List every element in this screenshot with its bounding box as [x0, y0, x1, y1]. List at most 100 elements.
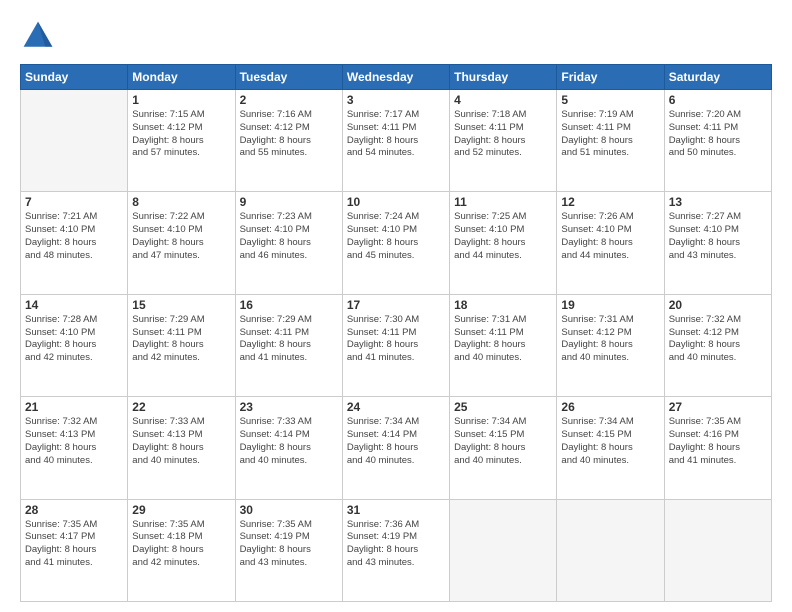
day-number: 5	[561, 93, 659, 107]
calendar-cell: 26 Sunrise: 7:34 AM Sunset: 4:15 PM Dayli…	[557, 397, 664, 499]
calendar-week-row: 21 Sunrise: 7:32 AM Sunset: 4:13 PM Dayli…	[21, 397, 772, 499]
calendar-cell: 11 Sunrise: 7:25 AM Sunset: 4:10 PM Dayli…	[450, 192, 557, 294]
calendar-cell: 25 Sunrise: 7:34 AM Sunset: 4:15 PM Dayli…	[450, 397, 557, 499]
day-info: Sunrise: 7:33 AM Sunset: 4:14 PM Dayligh…	[240, 416, 338, 467]
calendar-cell: 7 Sunrise: 7:21 AM Sunset: 4:10 PM Daylig…	[21, 192, 128, 294]
day-number: 18	[454, 298, 552, 312]
day-info: Sunrise: 7:35 AM Sunset: 4:19 PM Dayligh…	[240, 519, 338, 570]
day-info: Sunrise: 7:32 AM Sunset: 4:13 PM Dayligh…	[25, 416, 123, 467]
calendar-cell: 29 Sunrise: 7:35 AM Sunset: 4:18 PM Dayli…	[128, 499, 235, 601]
day-info: Sunrise: 7:25 AM Sunset: 4:10 PM Dayligh…	[454, 211, 552, 262]
day-info: Sunrise: 7:34 AM Sunset: 4:15 PM Dayligh…	[454, 416, 552, 467]
day-number: 31	[347, 503, 445, 517]
day-number: 25	[454, 400, 552, 414]
day-info: Sunrise: 7:28 AM Sunset: 4:10 PM Dayligh…	[25, 314, 123, 365]
weekday-header-friday: Friday	[557, 65, 664, 90]
day-info: Sunrise: 7:31 AM Sunset: 4:11 PM Dayligh…	[454, 314, 552, 365]
calendar-cell: 5 Sunrise: 7:19 AM Sunset: 4:11 PM Daylig…	[557, 90, 664, 192]
day-info: Sunrise: 7:33 AM Sunset: 4:13 PM Dayligh…	[132, 416, 230, 467]
day-info: Sunrise: 7:36 AM Sunset: 4:19 PM Dayligh…	[347, 519, 445, 570]
day-number: 16	[240, 298, 338, 312]
weekday-header-row: SundayMondayTuesdayWednesdayThursdayFrid…	[21, 65, 772, 90]
calendar-cell: 27 Sunrise: 7:35 AM Sunset: 4:16 PM Dayli…	[664, 397, 771, 499]
day-info: Sunrise: 7:34 AM Sunset: 4:15 PM Dayligh…	[561, 416, 659, 467]
calendar-cell: 14 Sunrise: 7:28 AM Sunset: 4:10 PM Dayli…	[21, 294, 128, 396]
calendar-cell: 24 Sunrise: 7:34 AM Sunset: 4:14 PM Dayli…	[342, 397, 449, 499]
day-number: 6	[669, 93, 767, 107]
calendar-cell: 18 Sunrise: 7:31 AM Sunset: 4:11 PM Dayli…	[450, 294, 557, 396]
day-number: 22	[132, 400, 230, 414]
calendar-cell: 23 Sunrise: 7:33 AM Sunset: 4:14 PM Dayli…	[235, 397, 342, 499]
logo-icon	[20, 18, 56, 54]
calendar-week-row: 7 Sunrise: 7:21 AM Sunset: 4:10 PM Daylig…	[21, 192, 772, 294]
day-info: Sunrise: 7:27 AM Sunset: 4:10 PM Dayligh…	[669, 211, 767, 262]
day-number: 13	[669, 195, 767, 209]
day-number: 2	[240, 93, 338, 107]
calendar-cell: 22 Sunrise: 7:33 AM Sunset: 4:13 PM Dayli…	[128, 397, 235, 499]
calendar-cell: 15Sunrise: 7:29 AM Sunset: 4:11 PM Dayli…	[128, 294, 235, 396]
day-number: 7	[25, 195, 123, 209]
day-number: 26	[561, 400, 659, 414]
calendar-cell: 3 Sunrise: 7:17 AM Sunset: 4:11 PM Daylig…	[342, 90, 449, 192]
calendar-cell: 13 Sunrise: 7:27 AM Sunset: 4:10 PM Dayli…	[664, 192, 771, 294]
day-number: 9	[240, 195, 338, 209]
header	[20, 18, 772, 54]
day-info: Sunrise: 7:22 AM Sunset: 4:10 PM Dayligh…	[132, 211, 230, 262]
calendar-cell: 21 Sunrise: 7:32 AM Sunset: 4:13 PM Dayli…	[21, 397, 128, 499]
calendar-week-row: 28 Sunrise: 7:35 AM Sunset: 4:17 PM Dayli…	[21, 499, 772, 601]
day-number: 11	[454, 195, 552, 209]
day-info: Sunrise: 7:35 AM Sunset: 4:17 PM Dayligh…	[25, 519, 123, 570]
calendar-cell: 2 Sunrise: 7:16 AM Sunset: 4:12 PM Daylig…	[235, 90, 342, 192]
day-info: Sunrise: 7:35 AM Sunset: 4:18 PM Dayligh…	[132, 519, 230, 570]
calendar-cell: 28 Sunrise: 7:35 AM Sunset: 4:17 PM Dayli…	[21, 499, 128, 601]
day-number: 27	[669, 400, 767, 414]
logo	[20, 18, 60, 54]
day-number: 3	[347, 93, 445, 107]
weekday-header-wednesday: Wednesday	[342, 65, 449, 90]
calendar-cell: 12 Sunrise: 7:26 AM Sunset: 4:10 PM Dayli…	[557, 192, 664, 294]
weekday-header-saturday: Saturday	[664, 65, 771, 90]
day-number: 28	[25, 503, 123, 517]
day-info: Sunrise: 7:16 AM Sunset: 4:12 PM Dayligh…	[240, 109, 338, 160]
day-number: 1	[132, 93, 230, 107]
day-info: Sunrise: 7:30 AM Sunset: 4:11 PM Dayligh…	[347, 314, 445, 365]
day-info: Sunrise: 7:35 AM Sunset: 4:16 PM Dayligh…	[669, 416, 767, 467]
day-number: 17	[347, 298, 445, 312]
calendar-cell	[450, 499, 557, 601]
day-info: Sunrise: 7:21 AM Sunset: 4:10 PM Dayligh…	[25, 211, 123, 262]
calendar-cell: 4Sunrise: 7:18 AM Sunset: 4:11 PM Daylig…	[450, 90, 557, 192]
day-number: 24	[347, 400, 445, 414]
day-info: Sunrise: 7:17 AM Sunset: 4:11 PM Dayligh…	[347, 109, 445, 160]
calendar-cell: 31 Sunrise: 7:36 AM Sunset: 4:19 PM Dayli…	[342, 499, 449, 601]
day-number: 23	[240, 400, 338, 414]
day-number: 14	[25, 298, 123, 312]
day-info: Sunrise: 7:29 AM Sunset: 4:11 PM Dayligh…	[240, 314, 338, 365]
page: SundayMondayTuesdayWednesdayThursdayFrid…	[0, 0, 792, 612]
day-info: Sunrise: 7:15 AM Sunset: 4:12 PM Dayligh…	[132, 109, 230, 160]
day-info: Sunrise: 7:32 AM Sunset: 4:12 PM Dayligh…	[669, 314, 767, 365]
weekday-header-tuesday: Tuesday	[235, 65, 342, 90]
weekday-header-monday: Monday	[128, 65, 235, 90]
calendar-cell: 16 Sunrise: 7:29 AM Sunset: 4:11 PM Dayli…	[235, 294, 342, 396]
day-number: 20	[669, 298, 767, 312]
day-number: 30	[240, 503, 338, 517]
calendar-cell: 20 Sunrise: 7:32 AM Sunset: 4:12 PM Dayli…	[664, 294, 771, 396]
day-info: Sunrise: 7:20 AM Sunset: 4:11 PM Dayligh…	[669, 109, 767, 160]
calendar-week-row: 1 Sunrise: 7:15 AM Sunset: 4:12 PM Daylig…	[21, 90, 772, 192]
calendar-cell: 30 Sunrise: 7:35 AM Sunset: 4:19 PM Dayli…	[235, 499, 342, 601]
day-info: Sunrise: 7:34 AM Sunset: 4:14 PM Dayligh…	[347, 416, 445, 467]
day-info: Sunrise: 7:29 AM Sunset: 4:11 PM Dayligh…	[132, 314, 230, 365]
weekday-header-thursday: Thursday	[450, 65, 557, 90]
day-number: 8	[132, 195, 230, 209]
day-info: Sunrise: 7:19 AM Sunset: 4:11 PM Dayligh…	[561, 109, 659, 160]
day-number: 29	[132, 503, 230, 517]
day-number: 19	[561, 298, 659, 312]
day-info: Sunrise: 7:24 AM Sunset: 4:10 PM Dayligh…	[347, 211, 445, 262]
calendar-cell	[21, 90, 128, 192]
calendar-table: SundayMondayTuesdayWednesdayThursdayFrid…	[20, 64, 772, 602]
day-info: Sunrise: 7:26 AM Sunset: 4:10 PM Dayligh…	[561, 211, 659, 262]
day-number: 21	[25, 400, 123, 414]
day-number: 12	[561, 195, 659, 209]
calendar-cell: 8 Sunrise: 7:22 AM Sunset: 4:10 PM Daylig…	[128, 192, 235, 294]
day-info: Sunrise: 7:23 AM Sunset: 4:10 PM Dayligh…	[240, 211, 338, 262]
